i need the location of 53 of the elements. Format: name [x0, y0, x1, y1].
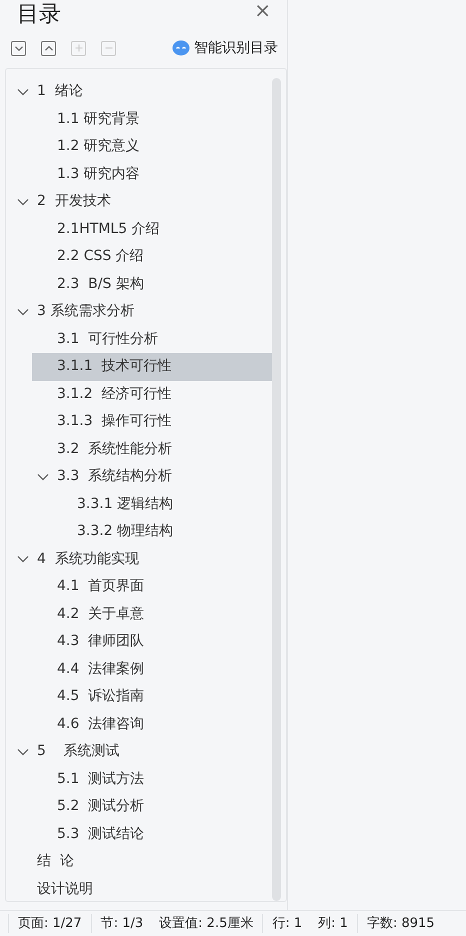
expand-all-button[interactable]: [11, 40, 26, 56]
toc-item[interactable]: 4 系统功能实现: [32, 546, 272, 573]
chevron-down-icon[interactable]: [17, 308, 29, 316]
toc-item[interactable]: 2.1HTML5 介绍: [32, 216, 272, 243]
minus-icon: [104, 47, 112, 49]
toc-item[interactable]: 4.4 法律案例: [32, 656, 272, 683]
collapse-all-button[interactable]: [41, 40, 56, 56]
chevron-down-icon[interactable]: [17, 198, 29, 206]
toc-item[interactable]: 4.1 首页界面: [32, 573, 272, 600]
toc-item[interactable]: 3.3 系统结构分析: [32, 463, 272, 490]
toc-item[interactable]: 1.2 研究意义: [32, 133, 272, 160]
toc-item[interactable]: 5.2 测试分析: [32, 793, 272, 820]
toc-item[interactable]: 2.3 B/S 架构: [32, 270, 272, 298]
status-text: 节: 1/3: [100, 914, 144, 933]
close-button[interactable]: ×: [254, 0, 271, 20]
toc-item[interactable]: 3.1 可行性分析: [32, 326, 272, 353]
toc-item[interactable]: 2.2 CSS 介绍: [32, 243, 272, 270]
toc-item[interactable]: 3.1.1 技术可行性: [32, 353, 272, 380]
toc-item[interactable]: 2 开发技术: [32, 188, 272, 216]
toc-item[interactable]: 1 绪论: [32, 78, 272, 106]
chevron-down-icon[interactable]: [17, 88, 29, 96]
toc-item[interactable]: 设计说明: [32, 876, 272, 903]
status-text: 页面: 1/27: [18, 914, 82, 933]
toc-item[interactable]: 1.3 研究内容: [32, 160, 272, 188]
toc-item[interactable]: 3 系统需求分析: [32, 298, 272, 326]
toc-item[interactable]: 3.3.1 逻辑结构: [32, 490, 272, 518]
smart-detect-button[interactable]: 智能识别目录: [172, 38, 278, 58]
toc-item[interactable]: 4.2 关于卓意: [32, 600, 272, 628]
status-text: 设置值: 2.5厘米: [159, 914, 254, 933]
chevron-down-icon: [14, 46, 22, 50]
toc-item[interactable]: 5.1 测试方法: [32, 766, 272, 793]
toc-item[interactable]: 3.1.3 操作可行性: [32, 408, 272, 436]
chevron-up-icon: [44, 46, 52, 50]
toc-item[interactable]: 结 论: [32, 848, 272, 876]
toc-item[interactable]: 4.6 法律咨询: [32, 710, 272, 738]
toc-item[interactable]: 3.3.2 物理结构: [32, 518, 272, 546]
chevron-down-icon[interactable]: [37, 472, 49, 481]
toc-item[interactable]: 4.5 诉讼指南: [32, 683, 272, 710]
plus-icon: [74, 44, 82, 52]
scrollbar[interactable]: [272, 78, 281, 901]
chevron-down-icon[interactable]: [17, 748, 29, 756]
status-text: 列: 1: [318, 914, 348, 933]
status-text: 字数: 8915: [366, 914, 435, 933]
toc-item[interactable]: 1.1 研究背景: [32, 106, 272, 133]
ai-assistant-icon: [172, 40, 190, 56]
status-text: 行: 1: [272, 914, 302, 933]
chevron-down-icon[interactable]: [17, 555, 29, 564]
toc-item[interactable]: 5.3 测试结论: [32, 820, 272, 848]
toc-item[interactable]: 5 系统测试: [32, 738, 272, 766]
toc-item[interactable]: 3.2 系统性能分析: [32, 436, 272, 463]
panel-title: 目录: [16, 1, 61, 26]
toc-item[interactable]: 4.3 律师团队: [32, 628, 272, 656]
toc-item[interactable]: 3.1.2 经济可行性: [32, 380, 272, 408]
